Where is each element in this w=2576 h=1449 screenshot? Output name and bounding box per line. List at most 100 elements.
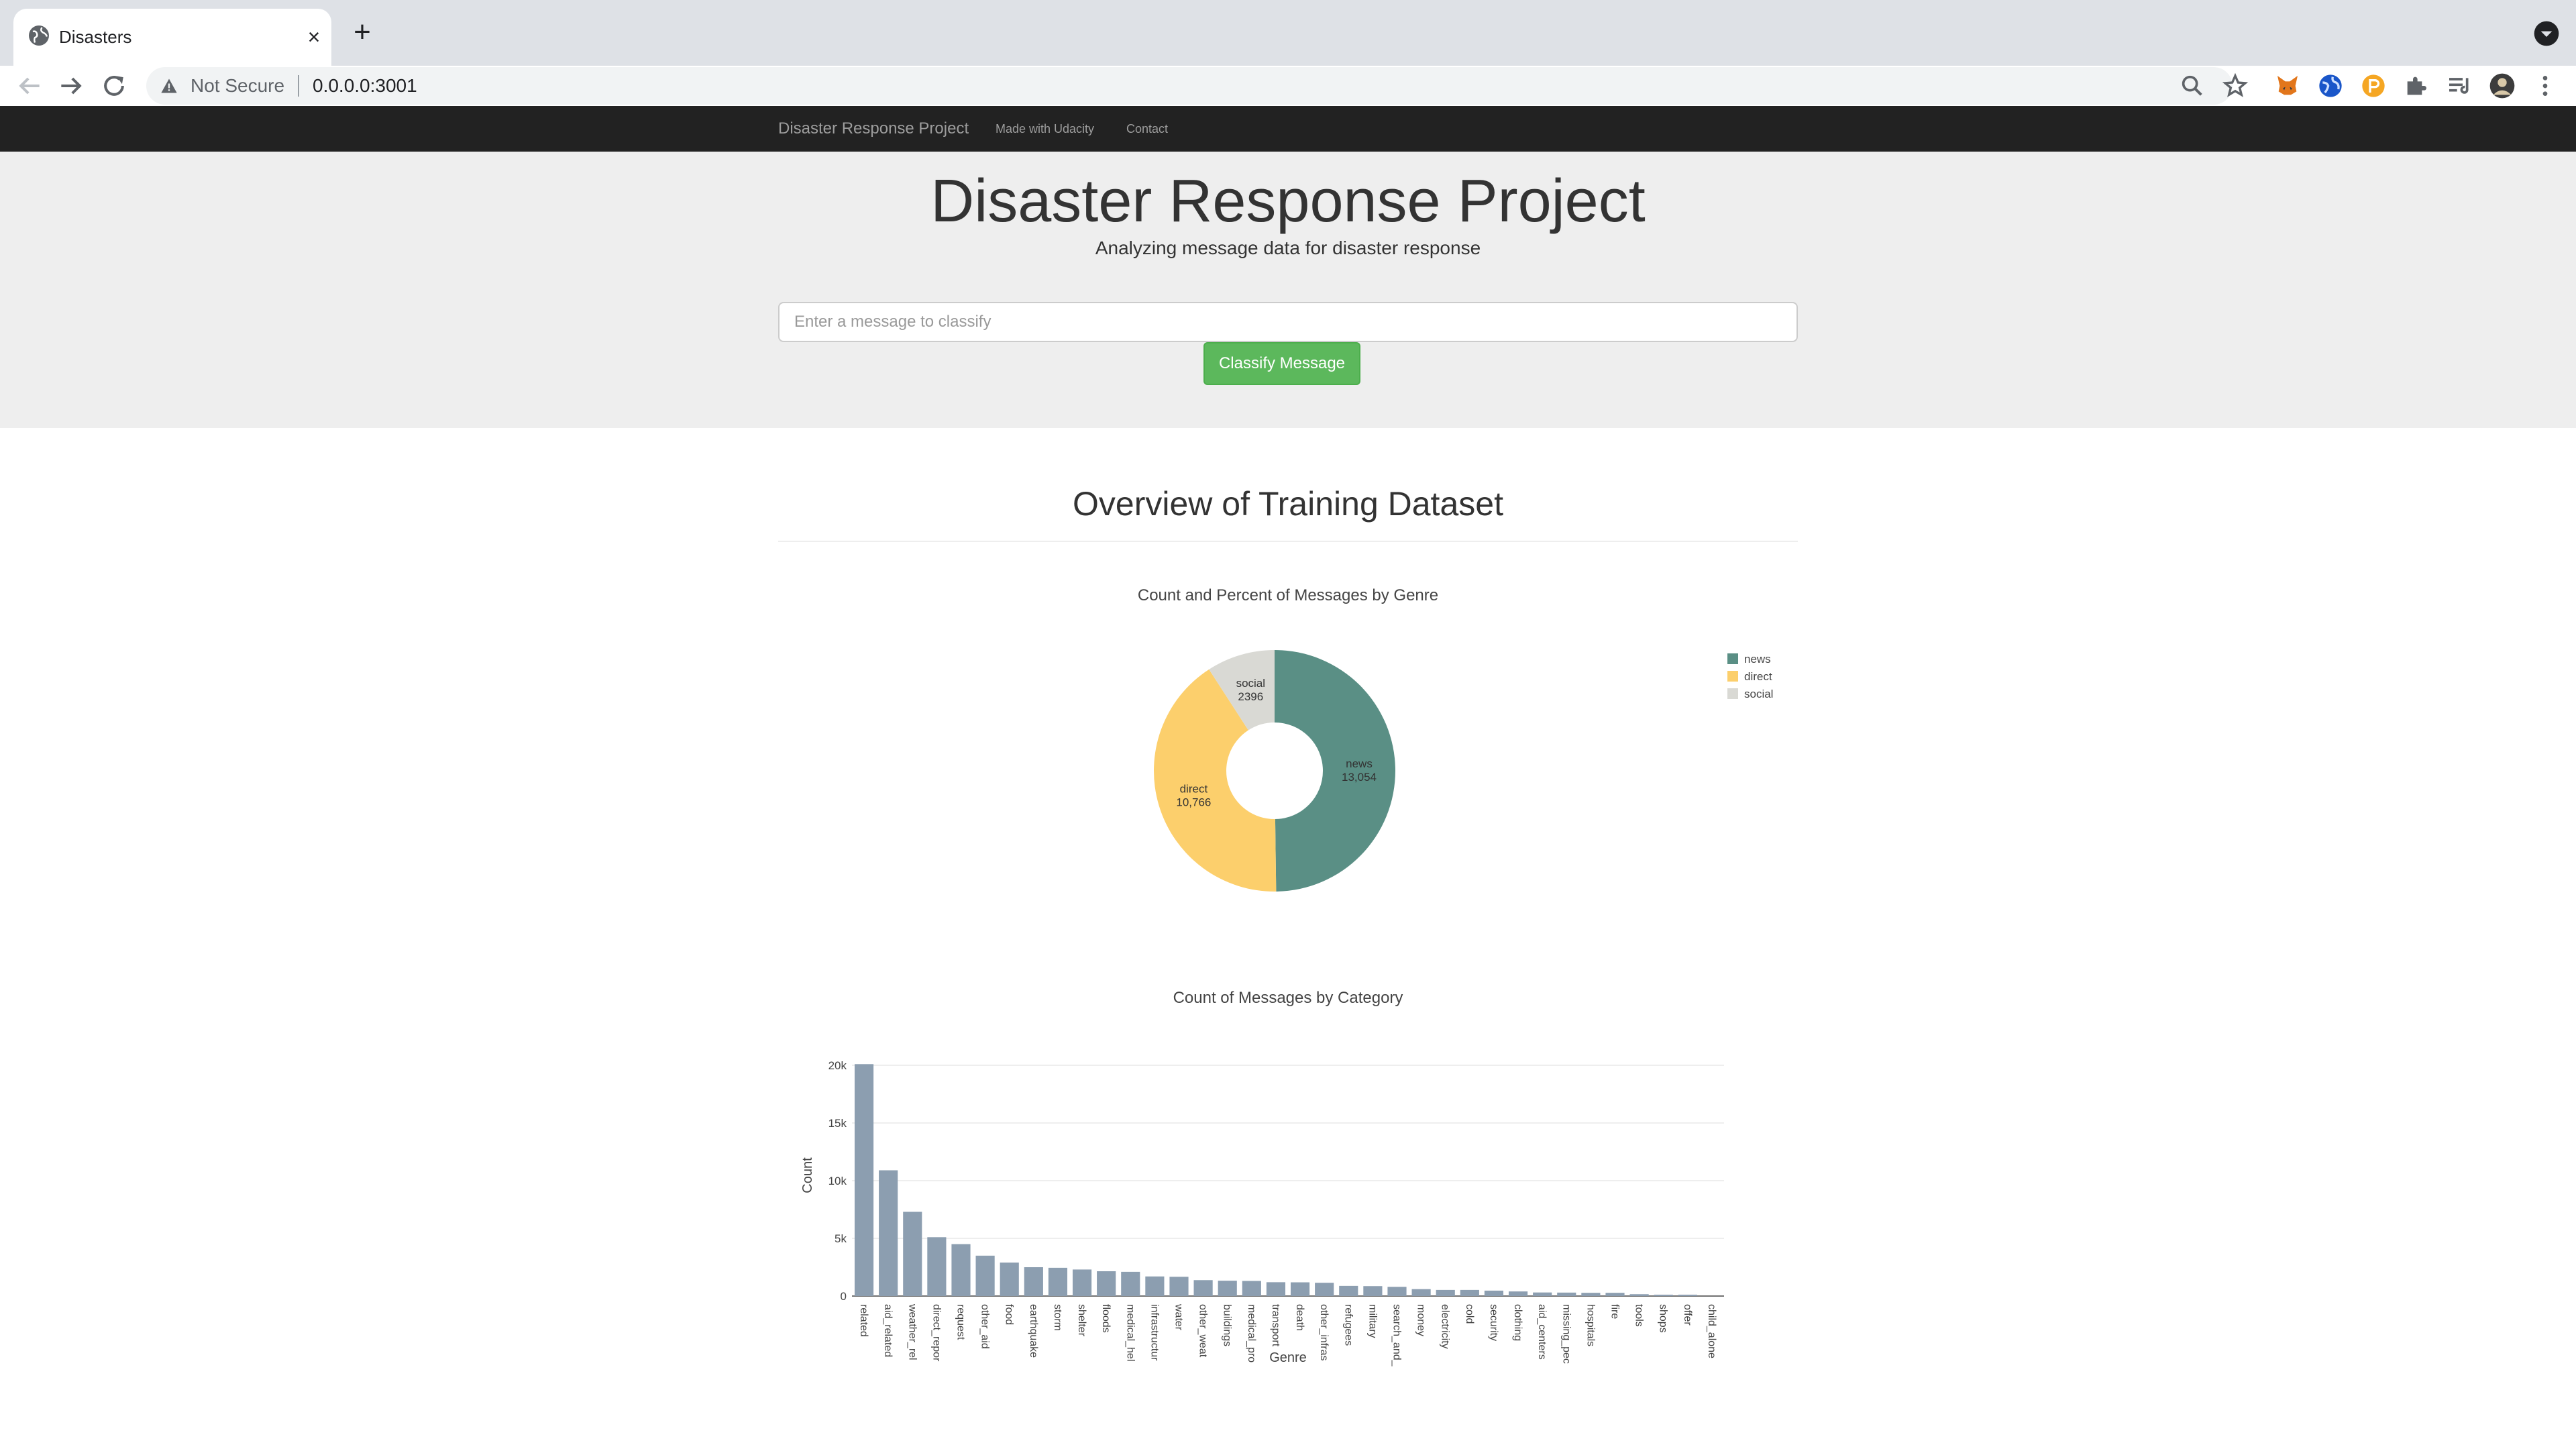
- message-input[interactable]: [778, 302, 1798, 342]
- pie-slice-news[interactable]: [1275, 650, 1396, 892]
- globe-extension-icon[interactable]: [2317, 72, 2344, 99]
- bar-floods[interactable]: [1097, 1271, 1116, 1296]
- bar-other_aid[interactable]: [975, 1255, 995, 1296]
- x-tick-label: other_infras: [1318, 1304, 1330, 1361]
- bar-tools[interactable]: [1629, 1294, 1649, 1296]
- genre-pie-chart: Count and Percent of Messages by Genre n…: [1138, 586, 1773, 892]
- nav-link-contact[interactable]: Contact: [1126, 106, 1168, 152]
- zoom-icon[interactable]: [2179, 72, 2206, 99]
- bar-earthquake[interactable]: [1024, 1267, 1043, 1296]
- bar-water[interactable]: [1169, 1277, 1189, 1296]
- classify-message-button[interactable]: Classify Message: [1203, 342, 1360, 385]
- bar-money[interactable]: [1411, 1289, 1431, 1296]
- bar-related[interactable]: [854, 1064, 874, 1296]
- x-tick-label: shelter: [1076, 1304, 1087, 1337]
- warning-triangle-icon[interactable]: [160, 76, 178, 95]
- y-tick-label: 20k: [828, 1059, 847, 1072]
- profile-avatar[interactable]: [2489, 72, 2516, 99]
- x-tick-label: security: [1488, 1304, 1499, 1341]
- x-tick-label: child_alone: [1706, 1304, 1717, 1358]
- bar-shelter[interactable]: [1072, 1269, 1092, 1296]
- extensions-puzzle-icon[interactable]: [2403, 72, 2430, 99]
- x-tick-label: medical_hel: [1124, 1304, 1136, 1361]
- y-tick-label: 5k: [835, 1232, 847, 1245]
- legend-label-social[interactable]: social: [1744, 688, 1773, 700]
- bar-food[interactable]: [1000, 1263, 1019, 1296]
- legend-swatch-direct[interactable]: [1727, 671, 1738, 682]
- y-tick-label: 15k: [828, 1117, 847, 1130]
- bar-direct_repor[interactable]: [927, 1237, 947, 1296]
- tab-search-chevron-icon[interactable]: [2533, 20, 2560, 47]
- x-tick-label: storm: [1052, 1304, 1063, 1331]
- bar-electricity[interactable]: [1436, 1289, 1455, 1296]
- bar-aid_related[interactable]: [879, 1170, 898, 1296]
- bar-military[interactable]: [1363, 1286, 1383, 1296]
- forward-icon[interactable]: [56, 71, 86, 101]
- url-text[interactable]: 0.0.0.0:3001: [313, 72, 417, 99]
- x-tick-label: aid_centers: [1536, 1304, 1548, 1360]
- bar-fire[interactable]: [1605, 1293, 1625, 1296]
- x-tick-label: refugees: [1342, 1304, 1354, 1346]
- pie-legend: news direct social: [1727, 653, 1773, 700]
- bar-cold[interactable]: [1460, 1289, 1479, 1296]
- back-icon[interactable]: [15, 71, 44, 101]
- bar-hospitals[interactable]: [1581, 1293, 1601, 1296]
- bar-death[interactable]: [1290, 1282, 1310, 1296]
- metamask-fox-icon[interactable]: [2274, 72, 2301, 99]
- coin-extension-icon[interactable]: [2360, 72, 2387, 99]
- x-tick-label: aid_related: [882, 1304, 894, 1357]
- tab-title: Disasters: [59, 27, 132, 47]
- bar-security[interactable]: [1484, 1290, 1504, 1296]
- x-tick-label: death: [1294, 1304, 1305, 1331]
- x-tick-label: water: [1173, 1303, 1185, 1331]
- bar-y-ticks: 0 5k 10k 15k 20k: [828, 1059, 847, 1303]
- bar-shops[interactable]: [1654, 1294, 1673, 1296]
- address-bar[interactable]: Not Secure 0.0.0.0:3001: [146, 67, 2233, 105]
- bar-missing_pec[interactable]: [1557, 1292, 1576, 1296]
- bar-other_infras[interactable]: [1315, 1283, 1334, 1296]
- x-tick-label: electricity: [1440, 1304, 1451, 1349]
- reload-icon[interactable]: [99, 71, 129, 101]
- bar-aid_centers[interactable]: [1533, 1292, 1552, 1296]
- x-tick-label: floods: [1100, 1304, 1112, 1333]
- y-tick-label: 0: [841, 1290, 847, 1303]
- bar-weather_rel[interactable]: [903, 1212, 922, 1296]
- nav-link-udacity[interactable]: Made with Udacity: [996, 106, 1094, 152]
- bar-buildings[interactable]: [1218, 1281, 1237, 1296]
- x-tick-label: shops: [1658, 1304, 1669, 1333]
- x-tick-label: weather_rel: [906, 1303, 918, 1360]
- bar-clothing[interactable]: [1508, 1291, 1528, 1296]
- bookmark-star-icon[interactable]: [2222, 72, 2249, 99]
- menu-kebab-icon[interactable]: [2532, 72, 2559, 99]
- navbar-brand[interactable]: Disaster Response Project: [778, 106, 969, 152]
- bar-search_and_[interactable]: [1387, 1287, 1407, 1296]
- tab-close-icon[interactable]: ×: [301, 23, 327, 50]
- legend-label-direct[interactable]: direct: [1744, 670, 1772, 683]
- bar-storm[interactable]: [1048, 1267, 1068, 1296]
- bar-infrastructur[interactable]: [1145, 1276, 1165, 1296]
- x-tick-label: offer: [1682, 1304, 1693, 1326]
- bar-request[interactable]: [951, 1244, 971, 1296]
- x-tick-label: fire: [1609, 1304, 1621, 1319]
- site-navbar: Disaster Response Project Made with Udac…: [0, 106, 2576, 152]
- bar-chart-title: Count of Messages by Category: [1173, 989, 1403, 1007]
- reading-list-icon[interactable]: [2446, 72, 2473, 99]
- bar-medical_hel[interactable]: [1121, 1271, 1140, 1296]
- x-tick-label: military: [1366, 1304, 1378, 1338]
- bar-other_weat[interactable]: [1193, 1280, 1213, 1296]
- legend-label-news[interactable]: news: [1744, 653, 1771, 665]
- x-tick-label: direct_repor: [930, 1304, 942, 1362]
- page-subtitle: Analyzing message data for disaster resp…: [1095, 237, 1481, 258]
- x-tick-label: earthquake: [1028, 1304, 1039, 1358]
- bar-medical_pro[interactable]: [1242, 1281, 1261, 1296]
- legend-swatch-social[interactable]: [1727, 688, 1738, 699]
- new-tab-button[interactable]: +: [349, 17, 376, 47]
- bar-transport[interactable]: [1266, 1282, 1286, 1296]
- y-tick-label: 10k: [828, 1175, 847, 1187]
- security-label[interactable]: Not Secure: [191, 72, 284, 99]
- bar-offer[interactable]: [1678, 1294, 1697, 1296]
- x-tick-label: food: [1004, 1304, 1015, 1325]
- legend-swatch-news[interactable]: [1727, 653, 1738, 664]
- browser-tab-active[interactable]: Disasters ×: [13, 9, 331, 66]
- bar-refugees[interactable]: [1339, 1285, 1358, 1296]
